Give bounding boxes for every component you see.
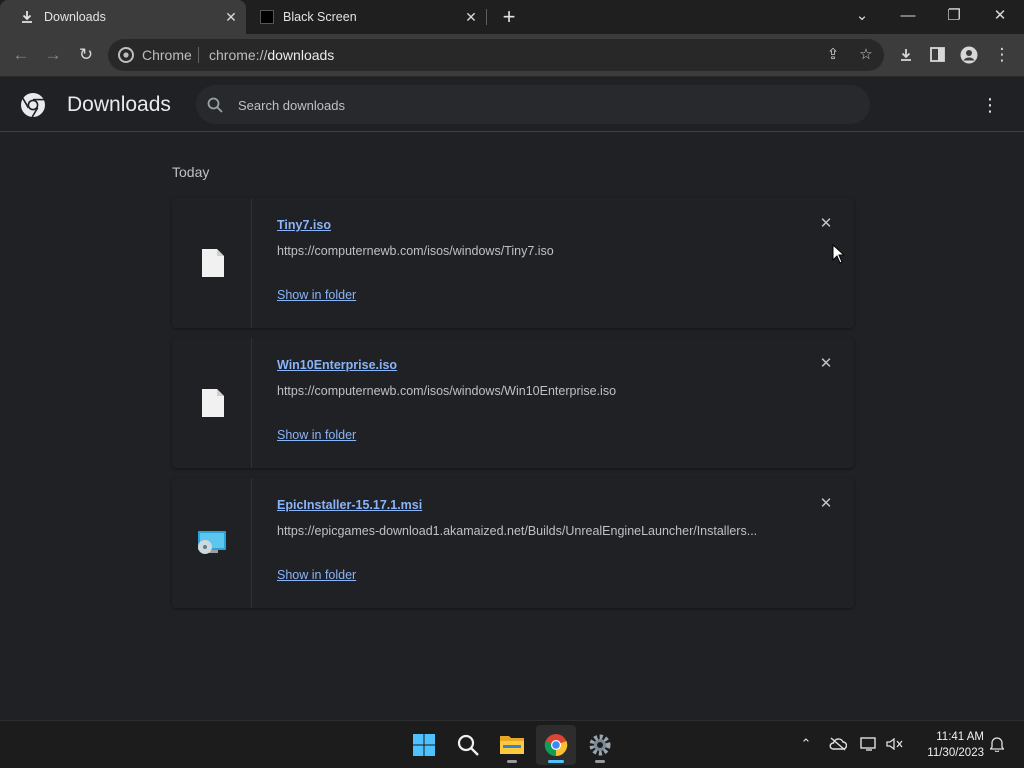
address-bar[interactable]: Chrome chrome://downloads ⇪ ☆ (108, 39, 884, 71)
download-item: Tiny7.iso https://computernewb.com/isos/… (172, 198, 854, 328)
share-icon[interactable]: ⇪ (821, 43, 845, 67)
download-icon (22, 11, 32, 23)
downloads-icon[interactable] (893, 42, 919, 68)
show-in-folder-link[interactable]: Show in folder (277, 288, 356, 302)
tab-separator (486, 9, 487, 25)
search-icon (457, 734, 479, 756)
search-icon (207, 97, 223, 113)
page-title: Downloads (67, 93, 171, 116)
volume-muted-icon[interactable] (884, 733, 906, 755)
file-explorer-button[interactable] (492, 725, 532, 765)
notification-bell-icon[interactable] (986, 733, 1008, 755)
download-item: Win10Enterprise.iso https://computernewb… (172, 338, 854, 468)
omnibox-separator (198, 47, 199, 63)
tab-close-icon[interactable]: ✕ (462, 8, 480, 26)
bookmark-star-icon[interactable]: ☆ (854, 43, 878, 67)
file-icon-column (172, 198, 252, 328)
tab-title: Downloads (44, 10, 106, 24)
remove-download-icon[interactable]: ✕ (816, 214, 836, 234)
restore-button[interactable]: ❐ (934, 4, 974, 28)
chrome-icon (544, 734, 568, 757)
chrome-taskbar-button[interactable] (536, 725, 576, 765)
tab-title: Black Screen (283, 10, 357, 24)
mouse-cursor-icon (832, 244, 844, 264)
minimize-button[interactable]: — (888, 4, 928, 28)
download-source-url[interactable]: https://computernewb.com/isos/windows/Ti… (277, 244, 777, 258)
remove-download-icon[interactable]: ✕ (816, 494, 836, 514)
onedrive-offline-icon[interactable] (827, 733, 849, 755)
installer-icon (198, 531, 226, 554)
remove-download-icon[interactable]: ✕ (816, 354, 836, 374)
search-box[interactable] (196, 85, 870, 124)
clock-date: 11/30/2023 (927, 747, 984, 759)
file-icon (202, 389, 224, 417)
taskbar-search-button[interactable] (448, 725, 488, 765)
network-icon[interactable] (858, 733, 880, 755)
download-item: EpicInstaller-15.17.1.msi https://epicga… (172, 478, 854, 608)
show-in-folder-link[interactable]: Show in folder (277, 568, 356, 582)
file-icon (202, 249, 224, 277)
search-input[interactable] (238, 94, 838, 116)
side-panel-icon[interactable] (924, 42, 950, 68)
close-window-button[interactable]: ✕ (980, 4, 1020, 28)
browser-toolbar: ← → ↻ Chrome chrome://downloads ⇪ ☆ ⋮ (0, 34, 1024, 77)
url-text: chrome://downloads (209, 47, 335, 63)
tab-strip: Downloads ✕ Black Screen ✕ + ⌄ — ❐ ✕ (0, 0, 1024, 34)
tab-black-screen[interactable]: Black Screen ✕ (250, 0, 486, 34)
windows-taskbar: ⌃ 11:41 AM 11/30/2023 (0, 720, 1024, 768)
start-button[interactable] (404, 725, 444, 765)
date-section-label: Today (172, 164, 210, 180)
settings-taskbar-button[interactable] (580, 725, 620, 765)
clock-time: 11:41 AM (936, 731, 984, 743)
download-filename-link[interactable]: EpicInstaller-15.17.1.msi (277, 498, 422, 512)
tab-downloads[interactable]: Downloads ✕ (0, 0, 246, 34)
windows-logo-icon (413, 734, 435, 756)
folder-icon (500, 736, 524, 754)
show-hidden-icons-chevron-icon[interactable]: ⌃ (795, 733, 817, 755)
download-source-url[interactable]: https://epicgames-download1.akamaized.ne… (277, 524, 777, 538)
download-source-url[interactable]: https://computernewb.com/isos/windows/Wi… (277, 384, 777, 398)
chrome-menu-icon[interactable]: ⋮ (989, 42, 1015, 68)
file-icon-column (172, 338, 252, 468)
show-in-folder-link[interactable]: Show in folder (277, 428, 356, 442)
reload-button[interactable]: ↻ (73, 42, 99, 68)
tab-close-icon[interactable]: ✕ (222, 8, 240, 26)
gear-icon (589, 734, 611, 756)
downloads-header: Downloads ⋮ (0, 77, 1024, 132)
new-tab-button[interactable]: + (498, 6, 520, 28)
file-icon-column (172, 478, 252, 608)
tab-search-icon[interactable]: ⌄ (842, 4, 882, 28)
download-filename-link[interactable]: Tiny7.iso (277, 218, 331, 232)
forward-button[interactable]: → (40, 42, 66, 68)
download-filename-link[interactable]: Win10Enterprise.iso (277, 358, 397, 372)
downloads-list: Today Tiny7.iso https://computernewb.com… (0, 132, 1024, 720)
chrome-logo-icon (21, 93, 45, 118)
taskbar-clock[interactable]: 11:41 AM 11/30/2023 (916, 729, 984, 761)
back-button[interactable]: ← (8, 42, 34, 68)
chrome-site-icon (118, 47, 134, 63)
black-square-favicon (260, 10, 274, 24)
profile-icon[interactable] (956, 42, 982, 68)
site-label: Chrome (142, 47, 192, 63)
more-actions-icon[interactable]: ⋮ (978, 94, 1002, 118)
